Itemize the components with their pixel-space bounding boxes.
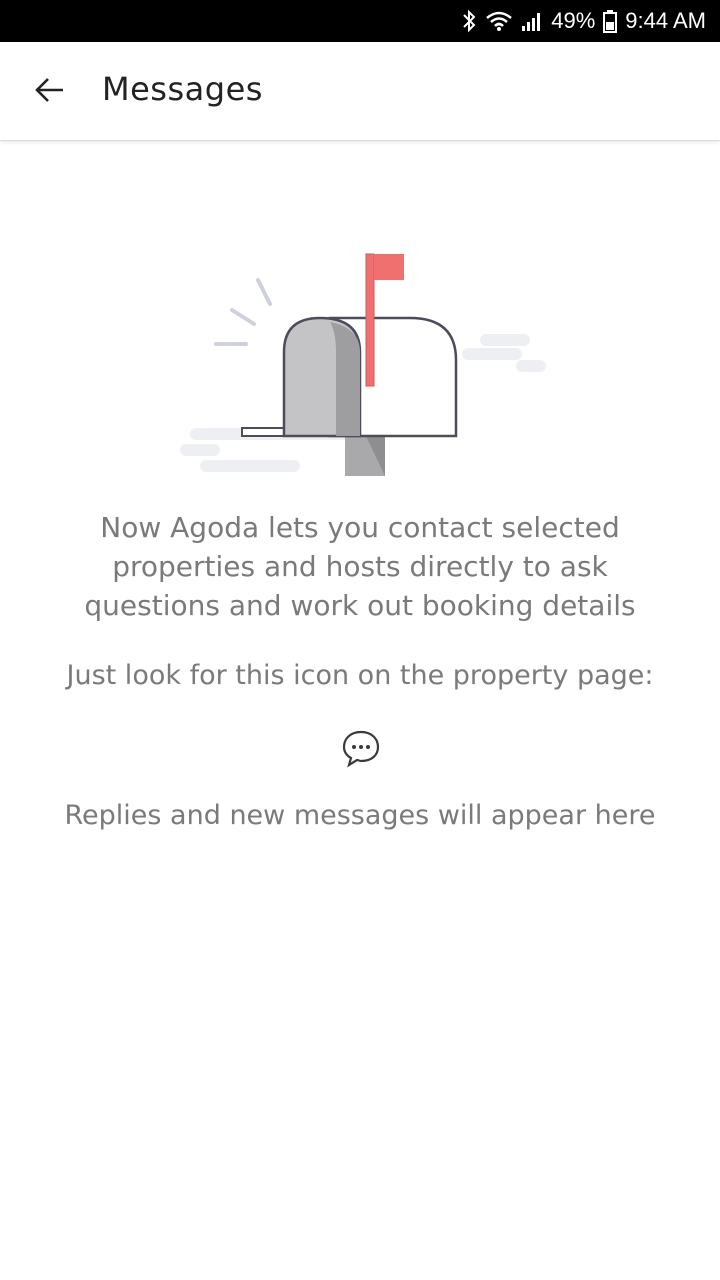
mailbox-illustration	[180, 248, 548, 476]
arrow-left-icon	[35, 77, 65, 108]
status-bar-right: 49% 9:44 AM	[461, 0, 706, 42]
property-page-hint: Just look for this icon on the property …	[66, 660, 654, 691]
battery-icon	[603, 9, 618, 33]
bluetooth-icon	[461, 9, 477, 33]
replies-note: Replies and new messages will appear her…	[64, 800, 656, 831]
signal-icon	[521, 10, 543, 32]
chat-bubble-icon	[341, 728, 381, 768]
status-bar: 49% 9:44 AM	[0, 0, 720, 42]
back-button[interactable]	[30, 72, 70, 112]
app-header: Messages	[0, 42, 720, 141]
status-time: 9:44 AM	[625, 8, 706, 33]
empty-state-description: Now Agoda lets you contact selected prop…	[84, 511, 636, 622]
page-title: Messages	[102, 70, 263, 108]
wifi-icon	[485, 10, 513, 32]
battery-percent: 49%	[551, 8, 596, 33]
